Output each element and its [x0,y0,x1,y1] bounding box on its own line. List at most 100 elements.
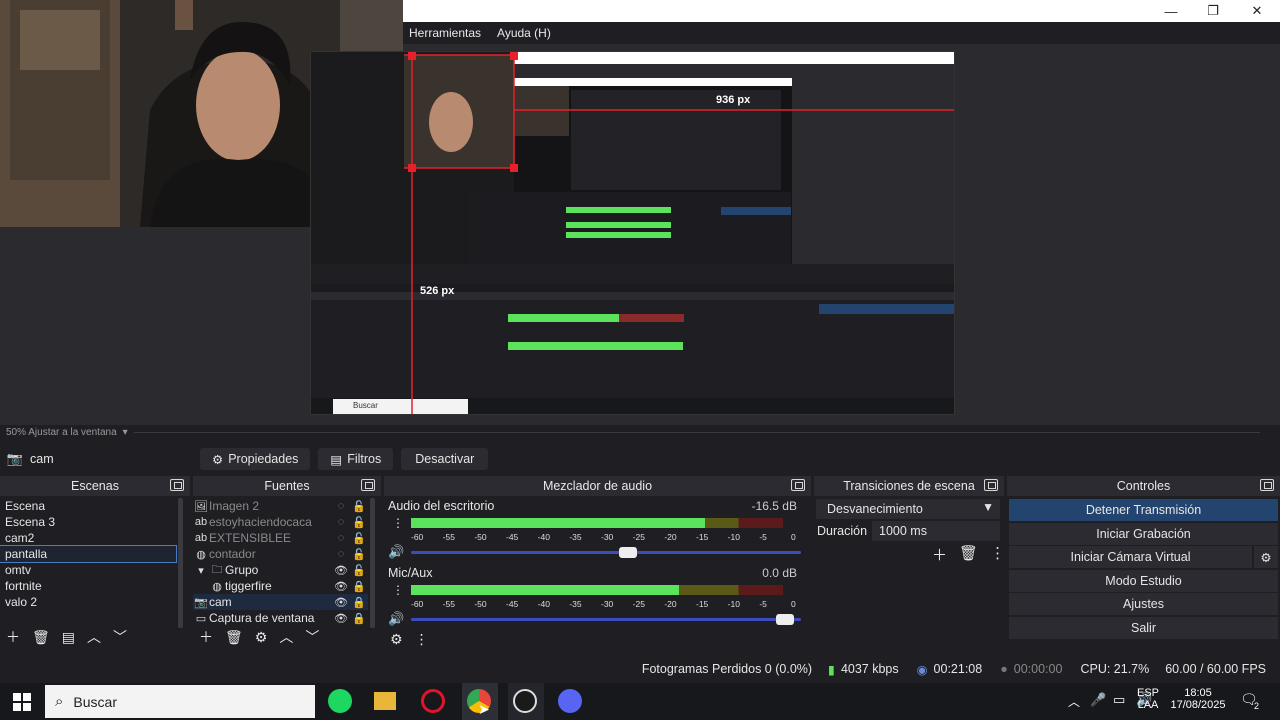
volume-knob[interactable] [619,547,638,558]
stop-streaming-button[interactable]: Detener Transmisión [1009,499,1278,521]
scale-tick: -45 [506,532,519,542]
source-row[interactable]: 🖼 Imagen 2 ◌ 🔓 [193,498,368,514]
add-icon[interactable]: ＋ [6,627,20,647]
chevron-up-icon[interactable]: ︿ [1068,693,1080,710]
eye-hidden-icon[interactable]: ◌ [332,548,350,560]
source-row-group[interactable]: ▾ 🗀 Grupo 👁 🔓 [193,562,368,578]
lock-icon[interactable]: 🔒 [350,612,368,625]
trash-icon[interactable]: 🗑 [959,544,978,565]
lock-icon[interactable]: 🔓 [350,548,368,561]
chevron-down-icon[interactable]: ▾ [123,427,128,438]
scrollbar[interactable] [370,498,375,628]
more-icon[interactable]: ⋮ [392,516,404,530]
menu-help[interactable]: Ayuda (H) [497,26,551,40]
volume-slider[interactable] [411,547,801,558]
status-bar: Fotogramas Perdidos 0 (0.0%) ▮ 4037 kbps… [0,657,1280,681]
filter-icon[interactable]: ▤ [62,629,75,646]
network-icon[interactable]: ▭ [1113,692,1125,708]
program-preview[interactable]: 936 px 526 px Buscar [310,51,955,415]
opera-icon[interactable] [421,689,445,713]
more-icon[interactable]: ⋮ [392,583,404,597]
scene-item-selected[interactable]: pantalla [0,545,177,563]
eye-icon[interactable]: 👁 [332,596,350,609]
speaker-icon[interactable]: 🔊 [388,611,404,627]
chevron-down-icon[interactable]: ﹀ [113,627,127,647]
undock-icon[interactable] [170,479,184,491]
discord-icon[interactable] [558,689,582,713]
source-row[interactable]: ▭ Captura de ventana 👁 🔒 [193,610,368,626]
undock-icon[interactable] [1260,479,1274,491]
eye-icon[interactable]: 👁 [332,564,350,577]
language-indicator[interactable]: ESP LAA [1134,687,1162,711]
minimize-button[interactable]: — [1148,0,1194,22]
add-icon[interactable]: ＋ [932,544,947,565]
studio-mode-button[interactable]: Modo Estudio [1009,569,1278,592]
lock-icon[interactable]: 🔓 [350,516,368,529]
taskbar-search[interactable]: ⌕ Buscar [45,685,315,718]
lock-icon[interactable]: 🔓 [350,500,368,513]
menu-tools[interactable]: Herramientas [409,26,481,40]
settings-button[interactable]: Ajustes [1009,593,1278,615]
logo-pane [23,703,31,711]
windows-start-icon[interactable] [13,693,31,711]
eye-hidden-icon[interactable]: ◌ [332,500,350,512]
virtual-camera-settings-icon[interactable]: ⚙ [1254,546,1278,568]
source-row[interactable]: ab EXTENSIBLEE ◌ 🔓 [193,530,368,546]
chevron-up-icon[interactable]: ︿ [279,627,293,647]
close-button[interactable]: ✕ [1234,0,1280,22]
chevron-down-icon[interactable]: ﹀ [305,627,319,647]
scene-item[interactable]: cam2 [0,530,176,546]
duration-input[interactable]: 1000 ms [872,521,1000,541]
file-explorer-icon[interactable] [374,692,396,710]
scale-label[interactable]: 50% Ajustar a la ventana [6,427,117,438]
gears-icon[interactable]: ⚙ [390,631,403,648]
scene-item[interactable]: fortnite [0,578,176,594]
undock-icon[interactable] [984,479,998,491]
logo-pane [13,703,21,711]
trash-icon[interactable]: 🗑 [225,629,243,646]
chevron-down-icon[interactable]: ▾ [193,564,209,577]
obs-icon[interactable] [513,689,537,713]
source-name: tiggerfire [225,579,272,593]
volume-knob[interactable] [775,614,794,625]
clock[interactable]: 18:05 17/08/2025 [1166,687,1230,711]
restore-button[interactable]: ❐ [1190,0,1236,22]
more-icon[interactable]: ⋮ [415,631,429,648]
undock-icon[interactable] [361,479,375,491]
volume-slider[interactable] [411,614,801,625]
lock-icon[interactable]: 🔓 [350,564,368,577]
eye-icon[interactable]: 👁 [332,580,350,593]
scene-item[interactable]: Escena 3 [0,514,176,530]
source-name: Captura de ventana [209,611,315,625]
exit-button[interactable]: Salir [1009,616,1278,639]
lock-icon[interactable]: 🔒 [350,580,368,593]
source-row[interactable]: ◍ tiggerfire 👁 🔒 [193,578,368,594]
speaker-icon[interactable]: 🔊 [388,544,404,560]
trash-icon[interactable]: 🗑 [32,629,50,646]
scene-item[interactable]: valo 2 [0,594,176,610]
eye-hidden-icon[interactable]: ◌ [332,516,350,528]
lock-icon[interactable]: 🔓 [350,532,368,545]
lock-icon[interactable]: 🔒 [350,596,368,609]
eye-icon[interactable]: 👁 [332,612,350,625]
scene-item[interactable]: Escena [0,498,176,514]
microphone-icon[interactable]: 🎤 [1090,692,1106,708]
source-row-selected[interactable]: 📷 cam 👁 🔒 [193,594,368,610]
properties-button[interactable]: ⚙ Propiedades [200,448,311,470]
start-virtual-camera-button[interactable]: Iniciar Cámara Virtual [1009,546,1252,568]
scrollbar[interactable] [178,498,183,628]
spotify-icon[interactable] [328,689,352,713]
add-icon[interactable]: ＋ [199,627,213,647]
meter-scale: -60 -55 -50 -45 -40 -35 -30 -25 -20 -15 -10 -5 0 [411,532,801,542]
transition-select[interactable]: Desvanecimiento ▼ [816,499,1000,519]
source-row[interactable]: ab estoyhaciendocaca ◌ 🔓 [193,514,368,530]
filters-button[interactable]: ▤ Filtros [318,448,394,470]
scene-item[interactable]: omtv [0,562,176,578]
deactivate-button[interactable]: Desactivar [401,448,489,470]
undock-icon[interactable] [791,479,805,491]
start-recording-button[interactable]: Iniciar Grabación [1009,522,1278,545]
more-icon[interactable]: ⋮ [990,544,1005,565]
chevron-up-icon[interactable]: ︿ [87,627,101,647]
gear-icon[interactable]: ⚙ [255,629,268,646]
eye-hidden-icon[interactable]: ◌ [332,532,350,544]
